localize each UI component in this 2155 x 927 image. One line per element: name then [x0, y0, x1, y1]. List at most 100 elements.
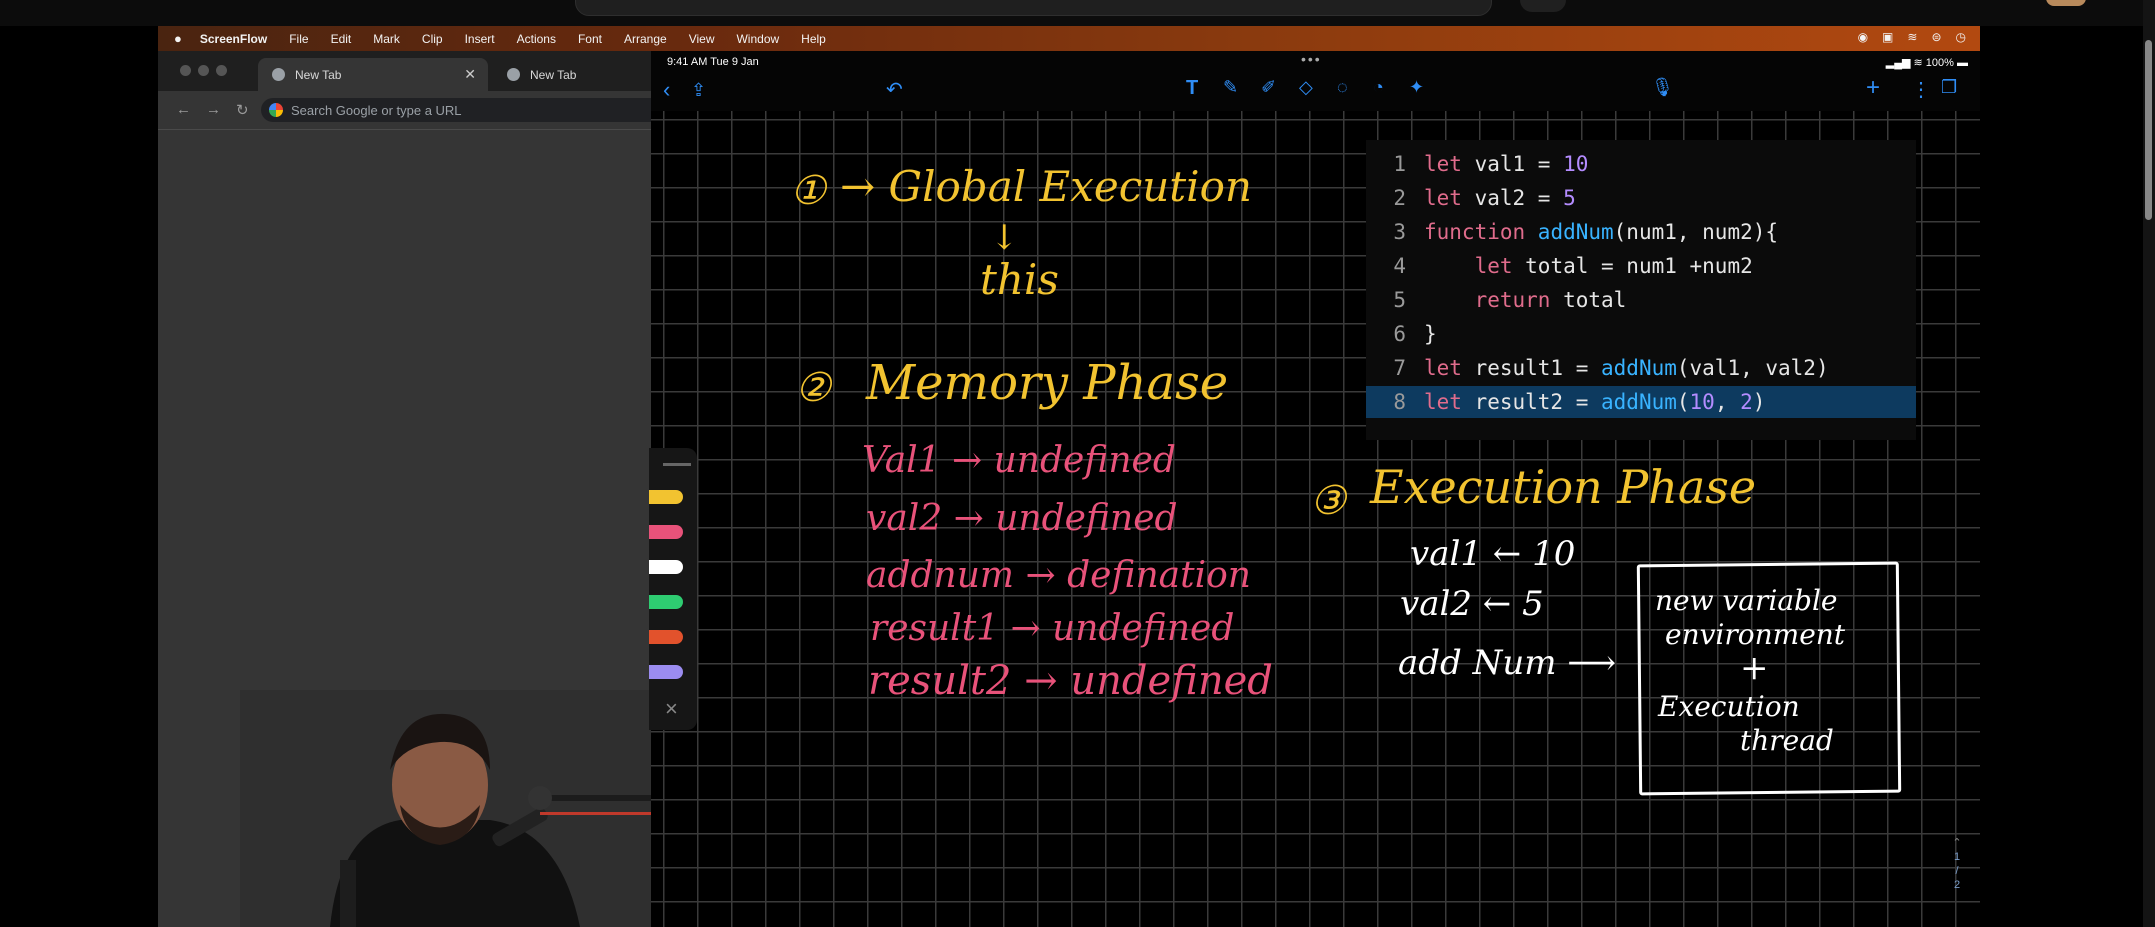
record-icon[interactable]: ◉ [1858, 30, 1868, 44]
pages-icon[interactable]: ❐ [1941, 77, 1957, 98]
google-icon [269, 103, 283, 117]
menu-mark[interactable]: Mark [373, 32, 400, 46]
chrome-icon [507, 68, 520, 81]
code-token: ( [1676, 390, 1690, 414]
forward-arrow-icon[interactable]: → [206, 101, 221, 118]
memory-line-1: Val1 → undefined [862, 440, 1176, 481]
code-token: , [1714, 390, 1741, 414]
scroll-up-chevron-icon[interactable]: ⌃ [1946, 836, 1968, 850]
window-minimize-dot[interactable] [198, 65, 209, 76]
code-token: 2 [1740, 390, 1753, 414]
line-number: 7 [1393, 356, 1406, 380]
code-token: } [1424, 322, 1437, 346]
step1-title: → Global Execution [840, 162, 1252, 211]
step1-arrow: ↓ [990, 218, 1019, 258]
more-icon[interactable]: ⋮ [1911, 77, 1931, 102]
menu-arrange[interactable]: Arrange [624, 32, 667, 46]
chrome-icon [272, 68, 285, 81]
code-token: let [1424, 186, 1475, 210]
exec-line-2: val2 ← 5 [1400, 584, 1544, 624]
multitask-dots-icon[interactable]: ••• [1301, 51, 1322, 67]
pen-color-swatch[interactable] [649, 630, 683, 644]
highlighter-tool-icon[interactable]: ✐ [1261, 77, 1276, 98]
add-page-icon[interactable]: + [1866, 74, 1880, 102]
memory-line-3: addnum → defination [866, 555, 1251, 596]
wifi-icon[interactable]: ≋ [1907, 30, 1917, 44]
laser-pointer-icon[interactable]: ✦ [1409, 77, 1424, 98]
code-snippet: 1 let val1 = 10 2 let val2 = 5 3 function add… [1366, 140, 1916, 440]
line-number: 6 [1393, 322, 1406, 346]
menu-file[interactable]: File [289, 32, 308, 46]
code-token: (num1, num2){ [1613, 220, 1779, 244]
tab-new-tab-2[interactable]: New Tab [493, 58, 653, 91]
battery-indicator: ▂▄▆ ≋ 100% ▬ [1886, 56, 1968, 69]
chrome-tab-bar: New Tab ✕ New Tab [158, 51, 651, 91]
menu-edit[interactable]: Edit [331, 32, 352, 46]
line-number: 2 [1393, 186, 1406, 210]
code-token: val1 = [1474, 152, 1564, 176]
undo-icon[interactable]: ↶ [886, 77, 903, 102]
step1-number: ① [790, 168, 826, 214]
window-close-dot[interactable] [180, 65, 191, 76]
eraser-tool-icon[interactable]: ◇ [1299, 77, 1313, 98]
code-token: result1 = [1474, 356, 1602, 380]
microphone-icon[interactable]: 🎙 [1651, 77, 1674, 98]
close-icon[interactable]: × [665, 696, 678, 722]
circle-button[interactable] [1520, 0, 1566, 12]
omnibox-placeholder: Search Google or type a URL [291, 102, 462, 118]
text-tool-icon[interactable]: T [1186, 77, 1198, 100]
omnibox[interactable]: Search Google or type a URL [261, 98, 651, 122]
menu-actions[interactable]: Actions [517, 32, 556, 46]
line-number: 1 [1393, 152, 1406, 176]
control-center-icon[interactable]: ⊜ [1931, 30, 1941, 44]
menu-window[interactable]: Window [736, 32, 779, 46]
share-icon[interactable]: ⇪ [691, 80, 706, 101]
screen-icon[interactable]: ▣ [1882, 30, 1893, 44]
step3-number: ③ [1310, 478, 1346, 524]
pen-color-swatch[interactable] [649, 595, 683, 609]
reload-icon[interactable]: ↻ [236, 101, 249, 119]
close-icon[interactable]: ✕ [464, 66, 476, 83]
code-token: let [1424, 152, 1475, 176]
apple-icon[interactable]: ● [174, 31, 182, 46]
memory-line-2: val2 → undefined [866, 498, 1178, 539]
line-number: 3 [1393, 220, 1406, 244]
pen-color-swatch[interactable] [649, 525, 683, 539]
code-token: 10 [1689, 390, 1715, 414]
search-pill[interactable] [575, 0, 1492, 16]
page-marker: ⌃ 1 / 2 [1946, 836, 1968, 892]
menu-font[interactable]: Font [578, 32, 602, 46]
code-token: 5 [1563, 186, 1576, 210]
code-line: 8 let result2 = addNum(10, 2) [1366, 386, 1916, 418]
chrome-toolbar: ← → ↻ Search Google or type a URL [158, 91, 651, 130]
pen-color-swatch[interactable] [649, 665, 683, 679]
pen-color-swatch[interactable] [649, 490, 683, 504]
pen-tool-icon[interactable]: ✎ [1223, 77, 1238, 98]
page-total: 2 [1953, 879, 1961, 891]
pen-color-swatch[interactable] [649, 560, 683, 574]
menu-app-name[interactable]: ScreenFlow [200, 32, 267, 46]
palette-handle[interactable] [663, 463, 691, 466]
avatar[interactable] [2046, 0, 2086, 6]
lasso-tool-icon[interactable]: ◌ [1337, 77, 1348, 98]
box-line-5: thread [1740, 724, 1834, 757]
ipad-status-bar: 9:41 AM Tue 9 Jan ••• ▂▄▆ ≋ 100% ▬ [651, 51, 1980, 73]
code-line: 4 let total = num1 +num2 [1366, 250, 1916, 282]
menu-insert[interactable]: Insert [465, 32, 495, 46]
code-token: let [1424, 390, 1475, 414]
menu-clip[interactable]: Clip [422, 32, 443, 46]
pen-color-palette: × [649, 448, 697, 730]
back-arrow-icon[interactable]: ← [176, 101, 191, 118]
page-current: 1 [1953, 851, 1961, 863]
scrollbar-thumb[interactable] [2145, 40, 2152, 220]
code-token: 10 [1563, 152, 1589, 176]
clock-icon[interactable]: ◷ [1956, 30, 1966, 44]
back-chevron-icon[interactable]: ‹ [663, 77, 670, 103]
code-token: function [1424, 220, 1538, 244]
page-separator: / [1955, 865, 1959, 877]
window-zoom-dot[interactable] [216, 65, 227, 76]
shapes-tool-icon[interactable]: ◔ [1373, 77, 1384, 98]
menu-help[interactable]: Help [801, 32, 826, 46]
menu-view[interactable]: View [689, 32, 715, 46]
tab-new-tab-1[interactable]: New Tab ✕ [258, 58, 488, 91]
